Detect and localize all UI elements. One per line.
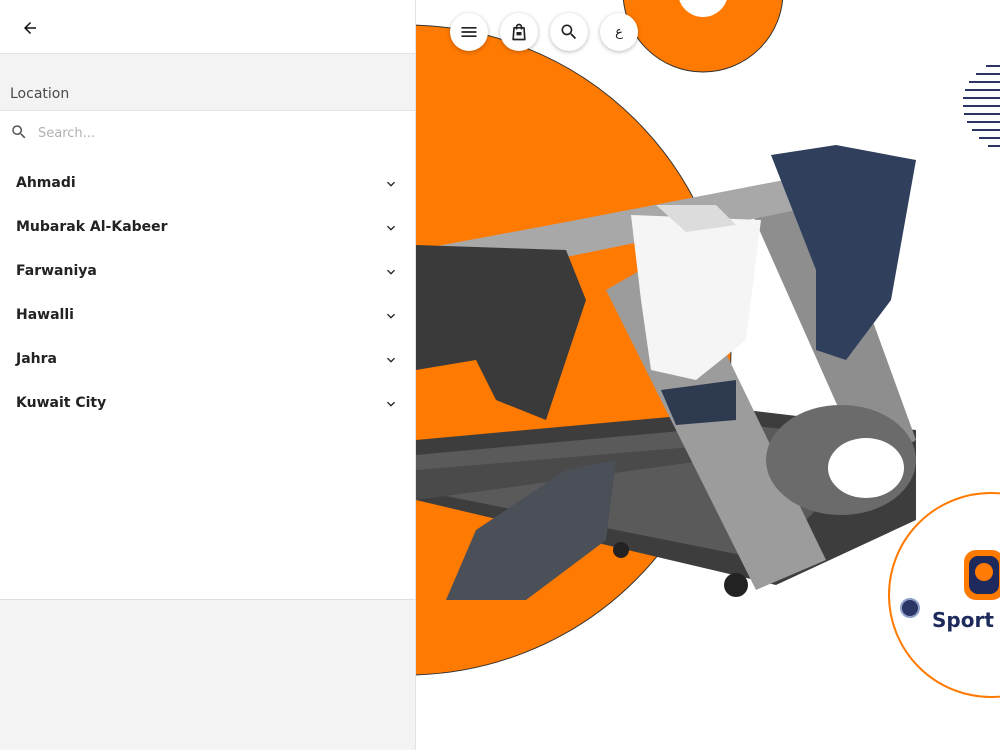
location-search-input[interactable] xyxy=(36,119,400,147)
search-icon xyxy=(12,125,26,139)
location-title: Location xyxy=(10,86,70,102)
region-item-farwaniya[interactable]: Farwaniya xyxy=(0,249,415,293)
chevron-down-icon xyxy=(387,269,395,275)
shopping-bag-icon xyxy=(512,23,526,41)
region-label: Farwaniya xyxy=(16,263,97,279)
region-label: Mubarak Al-Kabeer xyxy=(16,219,168,235)
chevron-down-icon xyxy=(387,357,395,363)
region-item-kuwait-city[interactable]: Kuwait City xyxy=(0,381,415,425)
region-label: Jahra xyxy=(16,351,57,367)
stripe-decoration xyxy=(963,65,1000,147)
region-label: Ahmadi xyxy=(16,175,76,191)
chevron-down-icon xyxy=(387,313,395,319)
hero-illustration xyxy=(416,0,1000,698)
hero-banner: Sport ع xyxy=(416,0,1000,750)
region-list: Ahmadi Mubarak Al-Kabeer Farwaniya Hawal… xyxy=(0,153,415,600)
search-icon xyxy=(561,24,577,40)
drawer-header xyxy=(0,0,415,54)
cart-button[interactable] xyxy=(500,13,538,51)
back-button[interactable] xyxy=(16,14,44,42)
chevron-down-icon xyxy=(387,225,395,231)
region-item-mubarak-al-kabeer[interactable]: Mubarak Al-Kabeer xyxy=(0,205,415,249)
brand-partial-text: Sport xyxy=(932,608,994,632)
location-drawer: Location Ahmadi Mubarak Al-Kabeer Farwan… xyxy=(0,0,416,750)
language-toggle-button[interactable]: ع xyxy=(600,13,638,51)
region-label: Hawalli xyxy=(16,307,74,323)
chevron-down-icon xyxy=(387,401,395,407)
back-arrow-icon xyxy=(24,22,36,34)
search-button[interactable] xyxy=(550,13,588,51)
region-label: Kuwait City xyxy=(16,395,107,411)
region-item-ahmadi[interactable]: Ahmadi xyxy=(0,161,415,205)
region-item-jahra[interactable]: Jahra xyxy=(0,337,415,381)
region-item-hawalli[interactable]: Hawalli xyxy=(0,293,415,337)
language-label: ع xyxy=(615,24,623,40)
chevron-down-icon xyxy=(387,181,395,187)
menu-button[interactable] xyxy=(450,13,488,51)
menu-icon xyxy=(461,27,477,37)
location-search-bar xyxy=(0,110,415,154)
